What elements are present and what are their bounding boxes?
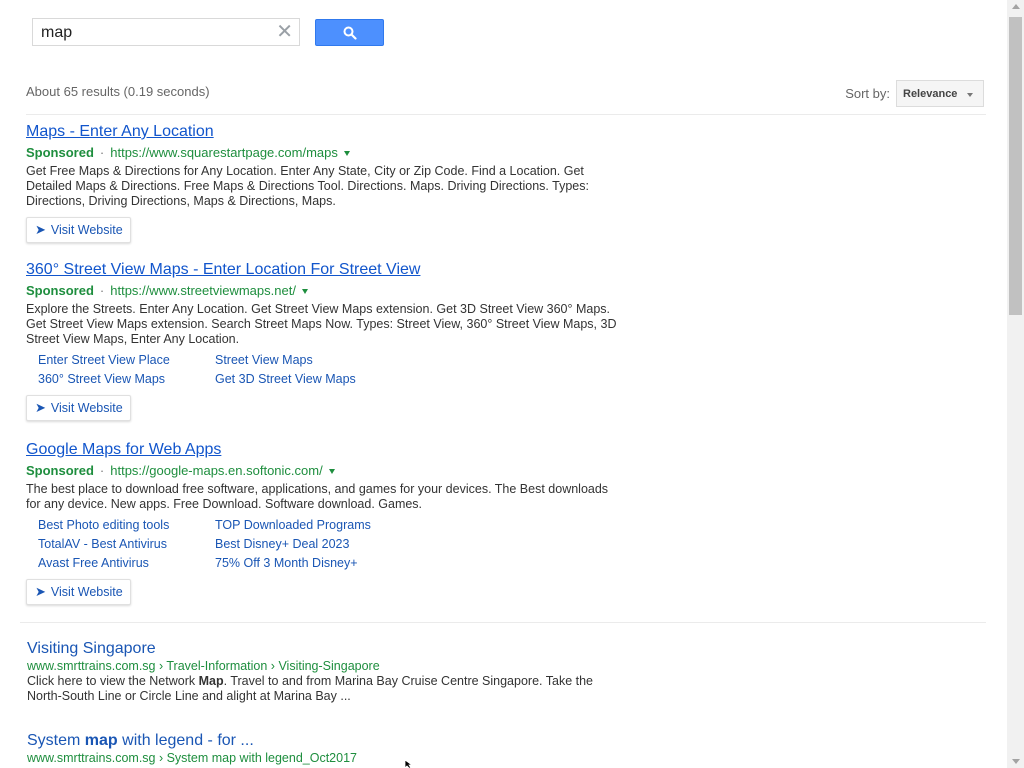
sitelink[interactable]: Enter Street View Place bbox=[38, 353, 215, 368]
snippet-text: Click here to view the Network bbox=[27, 674, 199, 688]
sponsored-label: Sponsored bbox=[26, 463, 94, 478]
search-input[interactable] bbox=[41, 23, 271, 43]
result-url: www.smrttrains.com.sg › System map with … bbox=[27, 751, 357, 765]
ad-url[interactable]: https://www.streetviewmaps.net/ bbox=[110, 283, 296, 298]
sitelink[interactable]: 75% Off 3 Month Disney+ bbox=[215, 556, 395, 571]
ad-description: Explore the Streets. Enter Any Location.… bbox=[26, 302, 617, 346]
arrow-right-icon: ➤ bbox=[35, 400, 46, 415]
chevron-down-icon bbox=[967, 93, 973, 97]
sitelink[interactable]: 360° Street View Maps bbox=[38, 372, 215, 387]
ad-result: Google Maps for Web Apps Sponsored · https… bbox=[26, 440, 626, 605]
sitelink[interactable]: Best Disney+ Deal 2023 bbox=[215, 537, 395, 552]
title-text: System bbox=[27, 732, 85, 749]
result-snippet: Click here to view the Network Map. Trav… bbox=[27, 674, 627, 704]
snippet-highlight: Map bbox=[198, 674, 224, 688]
divider bbox=[26, 114, 986, 115]
separator-dot: · bbox=[99, 145, 105, 160]
visit-website-button[interactable]: ➤ Visit Website bbox=[26, 395, 131, 421]
ad-description: Get Free Maps & Directions for Any Locat… bbox=[26, 164, 589, 208]
search-box[interactable]: ✕ bbox=[32, 18, 300, 46]
sponsored-label: Sponsored bbox=[26, 145, 94, 160]
search-result: Visiting Singapore www.smrttrains.com.sg… bbox=[27, 639, 627, 704]
ad-url-line: Sponsored · https://www.squarestartpage.co… bbox=[26, 144, 626, 162]
visit-website-label: Visit Website bbox=[50, 401, 123, 415]
scroll-up-icon[interactable] bbox=[1012, 4, 1020, 9]
ad-result: 360° Street View Maps - Enter Location F… bbox=[26, 260, 626, 421]
search-icon bbox=[343, 26, 357, 40]
sitelinks: Enter Street View Place Street View Maps… bbox=[38, 353, 626, 387]
ad-result: Maps - Enter Any Location Sponsored · http… bbox=[26, 122, 626, 243]
sitelink[interactable]: TOP Downloaded Programs bbox=[215, 518, 395, 533]
sitelink[interactable]: Avast Free Antivirus bbox=[38, 556, 215, 571]
ad-description: The best place to download free software… bbox=[26, 482, 609, 511]
separator-dot: · bbox=[99, 463, 105, 478]
caret-down-icon[interactable] bbox=[328, 469, 335, 475]
ad-url-line: Sponsored · https://google-maps.en.softoni… bbox=[26, 462, 626, 480]
sitelink[interactable]: Get 3D Street View Maps bbox=[215, 372, 395, 387]
sitelink[interactable]: Street View Maps bbox=[215, 353, 395, 368]
visit-website-button[interactable]: ➤ Visit Website bbox=[26, 579, 131, 605]
scrollbar-thumb[interactable] bbox=[1009, 17, 1022, 315]
ad-url[interactable]: https://www.squarestartpage.com/maps bbox=[110, 145, 338, 160]
mouse-cursor-icon bbox=[405, 760, 414, 768]
title-highlight: map bbox=[84, 732, 118, 749]
caret-down-icon[interactable] bbox=[301, 289, 308, 295]
result-title-link[interactable]: System map with legend - for ... bbox=[27, 731, 627, 751]
close-icon[interactable]: ✕ bbox=[276, 22, 293, 42]
results-count: About 65 results (0.19 seconds) bbox=[26, 84, 210, 99]
title-text: with legend - for ... bbox=[117, 732, 254, 749]
scroll-down-icon[interactable] bbox=[1012, 759, 1020, 764]
visit-website-label: Visit Website bbox=[50, 585, 123, 599]
sort-selected-value: Relevance bbox=[903, 87, 958, 100]
ad-url-line: Sponsored · https://www.streetviewmaps.net… bbox=[26, 282, 626, 300]
vertical-scrollbar[interactable] bbox=[1007, 0, 1024, 768]
search-result: System map with legend - for ... www.smr… bbox=[27, 731, 627, 766]
sitelinks: Best Photo editing tools TOP Downloaded … bbox=[38, 518, 626, 571]
visit-website-button[interactable]: ➤ Visit Website bbox=[26, 217, 131, 243]
sort-label: Sort by: bbox=[845, 86, 890, 101]
sitelink[interactable]: Best Photo editing tools bbox=[38, 518, 215, 533]
sitelink[interactable]: TotalAV - Best Antivirus bbox=[38, 537, 215, 552]
result-title-link[interactable]: Visiting Singapore bbox=[27, 639, 627, 659]
arrow-right-icon: ➤ bbox=[35, 222, 46, 237]
divider bbox=[20, 622, 986, 623]
sort-area: Sort by: Relevance bbox=[845, 80, 984, 107]
result-url: www.smrttrains.com.sg › Travel-Informati… bbox=[27, 659, 380, 673]
search-button[interactable] bbox=[315, 19, 384, 46]
ad-title-link[interactable]: Maps - Enter Any Location bbox=[26, 122, 626, 142]
ad-title-link[interactable]: 360° Street View Maps - Enter Location F… bbox=[26, 260, 626, 280]
separator-dot: · bbox=[99, 283, 105, 298]
ad-title-link[interactable]: Google Maps for Web Apps bbox=[26, 440, 626, 460]
sponsored-label: Sponsored bbox=[26, 283, 94, 298]
caret-down-icon[interactable] bbox=[343, 151, 350, 157]
ad-url[interactable]: https://google-maps.en.softonic.com/ bbox=[110, 463, 322, 478]
sort-select[interactable]: Relevance bbox=[896, 80, 984, 107]
visit-website-label: Visit Website bbox=[50, 223, 123, 237]
arrow-right-icon: ➤ bbox=[35, 584, 46, 599]
